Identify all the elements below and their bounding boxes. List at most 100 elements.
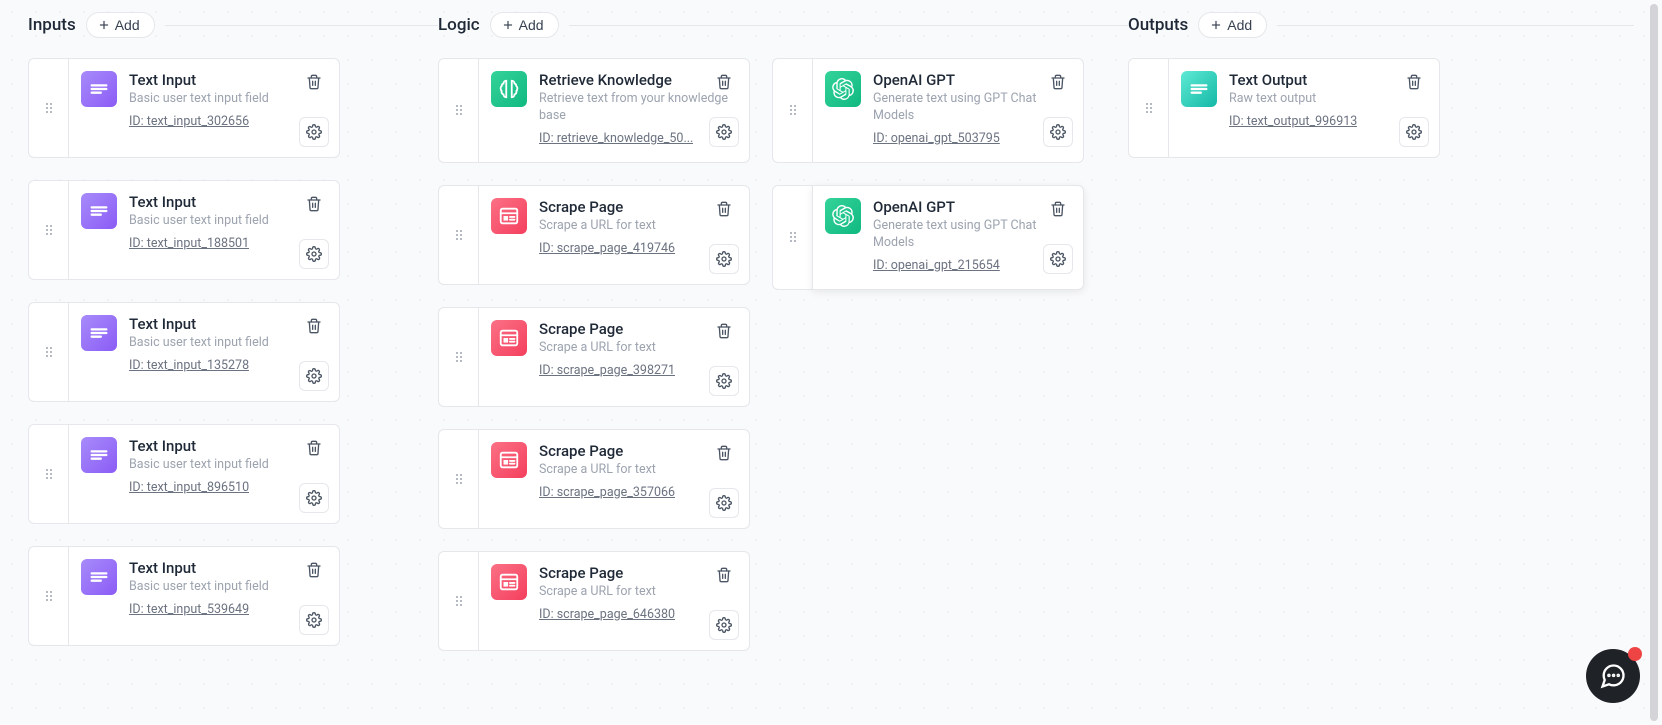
card-body[interactable]: Scrape PageScrape a URL for textID: scra… bbox=[478, 551, 750, 651]
drag-handle[interactable] bbox=[438, 58, 478, 163]
drag-handle[interactable] bbox=[772, 185, 812, 290]
card-body[interactable]: Text OutputRaw text outputID: text_outpu… bbox=[1168, 58, 1440, 158]
card-body[interactable]: OpenAI GPTGenerate text using GPT Chat M… bbox=[812, 58, 1084, 163]
card-body[interactable]: Scrape PageScrape a URL for textID: scra… bbox=[478, 307, 750, 407]
node-card[interactable]: Text Input Basic user text input field ID:… bbox=[28, 58, 438, 158]
card-description: Basic user text input field bbox=[129, 91, 327, 108]
drag-handle[interactable] bbox=[438, 551, 478, 651]
card-title: Retrieve Knowledge bbox=[539, 71, 737, 89]
settings-button[interactable] bbox=[709, 366, 739, 396]
card-id-link[interactable]: ID: scrape_page_357066 bbox=[539, 485, 675, 500]
settings-button[interactable] bbox=[299, 605, 329, 635]
delete-button[interactable] bbox=[299, 555, 329, 585]
settings-button[interactable] bbox=[299, 361, 329, 391]
section-title-logic: Logic bbox=[438, 15, 480, 35]
card-id-link[interactable]: ID: openai_gpt_215654 bbox=[873, 258, 1000, 273]
node-card[interactable]: Scrape PageScrape a URL for textID: scra… bbox=[438, 185, 750, 285]
node-card[interactable]: OpenAI GPTGenerate text using GPT Chat M… bbox=[772, 58, 1084, 163]
card-id-link[interactable]: ID: retrieve_knowledge_50... bbox=[539, 131, 693, 146]
card-id-link[interactable]: ID: text_input_896510 bbox=[129, 480, 249, 495]
card-description: Basic user text input field bbox=[129, 579, 327, 596]
add-output-button[interactable]: Add bbox=[1198, 12, 1267, 38]
card-description: Retrieve text from your knowledge base bbox=[539, 91, 737, 125]
section-header-outputs: Outputs Add bbox=[1128, 12, 1634, 38]
card-id-link[interactable]: ID: scrape_page_398271 bbox=[539, 363, 675, 378]
card-body[interactable]: Text InputBasic user text input fieldID:… bbox=[68, 546, 340, 646]
node-card[interactable]: Text InputBasic user text input fieldID:… bbox=[28, 180, 438, 280]
settings-button[interactable] bbox=[709, 117, 739, 147]
knowledge-icon bbox=[491, 71, 527, 107]
card-title: Text Input bbox=[129, 71, 327, 89]
settings-button[interactable] bbox=[1043, 117, 1073, 147]
card-body[interactable]: Retrieve Knowledge Retrieve text from you… bbox=[478, 58, 750, 163]
card-description: Scrape a URL for text bbox=[539, 340, 737, 357]
section-divider bbox=[1277, 25, 1634, 26]
delete-button[interactable] bbox=[299, 433, 329, 463]
settings-button[interactable] bbox=[299, 117, 329, 147]
card-id-link[interactable]: ID: scrape_page_419746 bbox=[539, 241, 675, 256]
delete-button[interactable] bbox=[299, 189, 329, 219]
text-output-icon bbox=[1181, 71, 1217, 107]
card-body[interactable]: Text InputBasic user text input fieldID:… bbox=[68, 180, 340, 280]
node-card[interactable]: OpenAI GPTGenerate text using GPT Chat M… bbox=[772, 185, 1084, 290]
node-card[interactable]: Text InputBasic user text input fieldID:… bbox=[28, 424, 438, 524]
delete-button[interactable] bbox=[709, 560, 739, 590]
node-card[interactable]: Retrieve Knowledge Retrieve text from you… bbox=[438, 58, 750, 163]
settings-button[interactable] bbox=[1043, 244, 1073, 274]
drag-handle[interactable] bbox=[28, 180, 68, 280]
delete-button[interactable] bbox=[1043, 67, 1073, 97]
card-id-link[interactable]: ID: openai_gpt_503795 bbox=[873, 131, 1000, 146]
card-id-link[interactable]: ID: text_input_135278 bbox=[129, 358, 249, 373]
node-card[interactable]: Text InputBasic user text input fieldID:… bbox=[28, 546, 438, 646]
delete-button[interactable] bbox=[709, 194, 739, 224]
delete-button[interactable] bbox=[709, 438, 739, 468]
card-id-link[interactable]: ID: text_output_996913 bbox=[1229, 114, 1357, 129]
card-body[interactable]: Scrape PageScrape a URL for textID: scra… bbox=[478, 185, 750, 285]
settings-button[interactable] bbox=[299, 483, 329, 513]
drag-handle[interactable] bbox=[772, 58, 812, 163]
drag-handle[interactable] bbox=[28, 302, 68, 402]
drag-handle[interactable] bbox=[438, 185, 478, 285]
card-id-link[interactable]: ID: scrape_page_646380 bbox=[539, 607, 675, 622]
card-body[interactable]: Text InputBasic user text input fieldID:… bbox=[68, 302, 340, 402]
node-card[interactable]: Scrape PageScrape a URL for textID: scra… bbox=[438, 307, 750, 407]
node-card[interactable]: Text OutputRaw text outputID: text_outpu… bbox=[1128, 58, 1634, 158]
delete-button[interactable] bbox=[299, 311, 329, 341]
settings-button[interactable] bbox=[299, 239, 329, 269]
section-divider bbox=[569, 25, 1128, 26]
delete-button[interactable] bbox=[709, 67, 739, 97]
node-card[interactable]: Text InputBasic user text input fieldID:… bbox=[28, 302, 438, 402]
scrape-page-icon bbox=[491, 198, 527, 234]
delete-button[interactable] bbox=[1399, 67, 1429, 97]
node-card[interactable]: Scrape PageScrape a URL for textID: scra… bbox=[438, 551, 750, 651]
card-body[interactable]: Scrape PageScrape a URL for textID: scra… bbox=[478, 429, 750, 529]
drag-handle[interactable] bbox=[438, 307, 478, 407]
plus-icon bbox=[501, 18, 515, 32]
settings-button[interactable] bbox=[709, 244, 739, 274]
drag-handle[interactable] bbox=[28, 424, 68, 524]
settings-button[interactable] bbox=[1399, 117, 1429, 147]
drag-handle[interactable] bbox=[438, 429, 478, 529]
card-id-link[interactable]: ID: text_input_302656 bbox=[129, 114, 249, 129]
chat-fab[interactable] bbox=[1586, 649, 1640, 703]
delete-button[interactable] bbox=[709, 316, 739, 346]
delete-button[interactable] bbox=[299, 67, 329, 97]
scrollbar[interactable] bbox=[1650, 4, 1658, 721]
drag-handle[interactable] bbox=[28, 58, 68, 158]
drag-handle[interactable] bbox=[1128, 58, 1168, 158]
node-card[interactable]: Scrape PageScrape a URL for textID: scra… bbox=[438, 429, 750, 529]
add-logic-button[interactable]: Add bbox=[490, 12, 559, 38]
card-body[interactable]: Text Input Basic user text input field ID:… bbox=[68, 58, 340, 158]
drag-handle[interactable] bbox=[28, 546, 68, 646]
card-body[interactable]: Text InputBasic user text input fieldID:… bbox=[68, 424, 340, 524]
add-input-button[interactable]: Add bbox=[86, 12, 155, 38]
card-description: Scrape a URL for text bbox=[539, 584, 737, 601]
settings-button[interactable] bbox=[709, 610, 739, 640]
text-input-icon bbox=[81, 193, 117, 229]
card-id-link[interactable]: ID: text_input_188501 bbox=[129, 236, 249, 251]
card-title: Text Input bbox=[129, 315, 327, 333]
delete-button[interactable] bbox=[1043, 194, 1073, 224]
card-body[interactable]: OpenAI GPTGenerate text using GPT Chat M… bbox=[812, 185, 1084, 290]
card-id-link[interactable]: ID: text_input_539649 bbox=[129, 602, 249, 617]
settings-button[interactable] bbox=[709, 488, 739, 518]
